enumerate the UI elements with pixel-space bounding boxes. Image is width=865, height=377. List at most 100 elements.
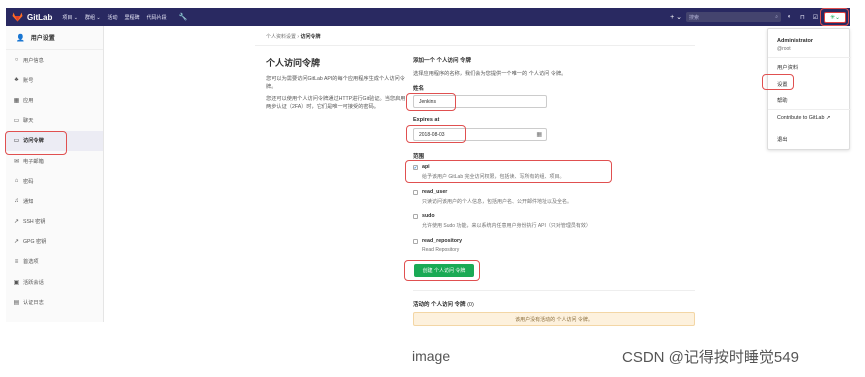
user-avatar-button[interactable]: ✳⌄	[824, 11, 846, 23]
form-subtitle: 选择应用程序的名称，我们会为您提供一个唯一的 个人访问 令牌。	[413, 71, 567, 77]
divider	[768, 109, 851, 110]
nav-snippets[interactable]: 代码片段	[147, 14, 167, 21]
scopes-label: 范围	[413, 154, 425, 160]
sidebar-item-label: 访问令牌	[23, 138, 44, 145]
key-icon: ↗	[13, 239, 20, 246]
sidebar-item-preferences[interactable]: ≡ 首选项	[6, 252, 103, 272]
sidebar-item-label: 账号	[23, 77, 34, 84]
user-dropdown-menu: Administrator @root 用户资料 设置 帮助 Contribut…	[767, 28, 851, 150]
sidebar-item-active-sessions[interactable]: ▣ 活跃会话	[6, 272, 103, 292]
breadcrumb-current: 访问令牌	[300, 34, 321, 40]
sidebar-item-account[interactable]: ♣ 账号	[6, 70, 103, 90]
scope-api: ✔ api 给予该用户 GitLab 完全访问权限，包括读、写所有的组、项目。	[413, 164, 693, 180]
nav-activity[interactable]: 活动	[108, 14, 118, 21]
sidebar-item-ssh-keys[interactable]: ↗ SSH 密钥	[6, 212, 103, 232]
todo-icon[interactable]: ☑	[811, 14, 820, 21]
scope-read-repository-checkbox[interactable]	[413, 238, 418, 244]
scope-description: Read Repository	[422, 247, 460, 253]
expires-value: 2018-08-03	[419, 131, 445, 138]
merge-request-icon[interactable]: ⊓	[798, 14, 807, 21]
scope-sudo: sudo 允许使用 Sudo 功能，来以系统内任意用户身份执行 API（只对管理…	[413, 213, 693, 229]
page-title: 个人访问令牌	[266, 58, 321, 68]
account-icon: ♣	[14, 77, 19, 84]
gitlab-logo[interactable]: GitLab	[12, 12, 62, 22]
dropdown-user-name: Administrator	[777, 38, 814, 44]
scope-read-user-checkbox[interactable]	[413, 189, 418, 195]
divider	[413, 290, 695, 291]
wrench-icon[interactable]: 🔧	[179, 13, 188, 21]
csdn-watermark: CSDN @记得按时睡觉549	[622, 349, 799, 366]
menu-item-sign-out[interactable]: 退出	[777, 135, 788, 143]
no-tokens-notice: 该用户没有活动的 个人访问 令牌。	[413, 312, 695, 326]
scope-description: 允许使用 Sudo 功能，来以系统内任意用户身份执行 API（只对管理员有效）	[422, 223, 591, 229]
scope-description: 给予该用户 GitLab 完全访问权限，包括读、写所有的组、项目。	[422, 174, 565, 180]
active-tokens-label: 活动的 个人访问 令牌	[413, 302, 466, 308]
sidebar-item-label: SSH 密钥	[23, 219, 46, 226]
menu-item-profile[interactable]: 用户资料	[777, 63, 798, 71]
email-icon: ✉	[13, 158, 20, 165]
nav-projects[interactable]: 项目 ⌄	[62, 14, 78, 21]
dropdown-username: @root	[777, 46, 791, 52]
log-icon: ▤	[13, 299, 20, 306]
expires-date-field[interactable]: 2018-08-03 ▦	[413, 128, 547, 141]
avatar-icon: ✳⌄	[829, 14, 841, 21]
sidebar-item-chat[interactable]: ▭ 聊天	[6, 111, 103, 131]
sidebar-title: 用户设置	[30, 36, 55, 42]
sidebar-item-label: 用户信息	[23, 57, 44, 64]
intro-paragraph: 您还可以使用个人访问令牌通过HTTP进行Git验证。当您启用两步认证（2FA）时…	[266, 96, 406, 110]
scope-api-checkbox[interactable]: ✔	[413, 164, 418, 170]
search-input[interactable]: 搜索 ⌕	[686, 12, 781, 22]
name-label: 姓名	[413, 86, 425, 92]
user-icon: 👤	[16, 34, 25, 42]
main-nav: 项目 ⌄ 群组 ⌄ 活动 里程碑 代码片段	[62, 14, 166, 21]
sidebar-item-label: 聊天	[23, 118, 34, 125]
scope-sudo-checkbox[interactable]	[413, 213, 418, 219]
sidebar-item-profile[interactable]: ○ 用户信息	[6, 50, 103, 70]
preferences-icon: ≡	[14, 258, 19, 265]
scope-name: api	[422, 164, 430, 170]
nav-milestones[interactable]: 里程碑	[125, 14, 140, 21]
bell-icon: ♫	[14, 198, 19, 205]
sidebar-item-applications[interactable]: ▦ 应用	[6, 90, 103, 110]
sidebar-item-label: 应用	[23, 97, 34, 104]
sidebar-item-notifications[interactable]: ♫ 通知	[6, 191, 103, 211]
nav-groups[interactable]: 群组 ⌄	[85, 14, 101, 21]
sidebar-item-gpg-keys[interactable]: ↗ GPG 密钥	[6, 232, 103, 252]
token-name-field[interactable]: Jenkins	[413, 95, 547, 108]
intro-paragraph: 您可以为需要访问GitLab API的每个应用程序生成个人访问令牌。	[266, 76, 405, 90]
active-tokens-count: (0)	[467, 302, 474, 308]
token-icon: ▭	[13, 138, 20, 145]
issues-icon[interactable]: ◐	[785, 14, 794, 20]
scope-name: sudo	[422, 213, 435, 219]
sidebar-item-label: 电子邮箱	[23, 158, 44, 165]
menu-item-help[interactable]: 帮助	[777, 96, 788, 104]
sidebar-item-emails[interactable]: ✉ 电子邮箱	[6, 151, 103, 171]
scope-name: read_repository	[422, 238, 463, 244]
applications-icon: ▦	[13, 97, 20, 104]
scope-read-user: read_user 只读访问该用户的个人信息，包括用户名、公开邮件地址以及全名。	[413, 189, 693, 205]
key-icon: ↗	[13, 219, 20, 226]
new-dropdown-button[interactable]: + ⌄	[670, 13, 682, 21]
sidebar-item-password[interactable]: ⌂ 密码	[6, 171, 103, 191]
search-icon: ⌕	[775, 14, 778, 20]
profile-icon: ○	[14, 57, 19, 64]
sidebar-item-auth-log[interactable]: ▤ 认证日志	[6, 292, 103, 312]
create-token-button[interactable]: 创建 个人访问 令牌	[414, 264, 474, 277]
breadcrumb-parent[interactable]: 个人资料设置	[266, 34, 296, 40]
sidebar-item-label: 活跃会话	[23, 279, 44, 286]
sidebar-header[interactable]: 👤 用户设置	[6, 26, 103, 50]
scope-description: 只读访问该用户的个人信息，包括用户名、公开邮件地址以及全名。	[422, 199, 573, 205]
settings-sidebar: 👤 用户设置 ○ 用户信息 ♣ 账号 ▦ 应用 ▭ 聊天 ▭ 访问令牌 ✉ 电子邮箱 ⌂ 密码…	[6, 26, 104, 322]
calendar-icon[interactable]: ▦	[536, 131, 542, 138]
active-tokens-title: 活动的 个人访问 令牌 (0)	[413, 300, 474, 308]
sidebar-item-label: GPG 密钥	[23, 239, 47, 246]
sidebar-item-access-tokens[interactable]: ▭ 访问令牌	[6, 130, 103, 151]
scope-name: read_user	[422, 189, 448, 195]
top-right-controls: + ⌄ 搜索 ⌕ ◐ ⊓ ☑ ✳⌄	[670, 11, 846, 23]
sidebar-item-label: 通知	[23, 198, 34, 205]
menu-item-contribute[interactable]: Contribute to GitLab ↗	[777, 115, 830, 121]
brand-name: GitLab	[27, 12, 53, 22]
sidebar-item-label: 首选项	[23, 259, 39, 266]
add-token-form: 添加一个 个人访问 令牌 选择应用程序的名称，我们会为您提供一个唯一的 个人访问…	[413, 56, 693, 253]
menu-item-settings[interactable]: 设置	[777, 80, 788, 88]
